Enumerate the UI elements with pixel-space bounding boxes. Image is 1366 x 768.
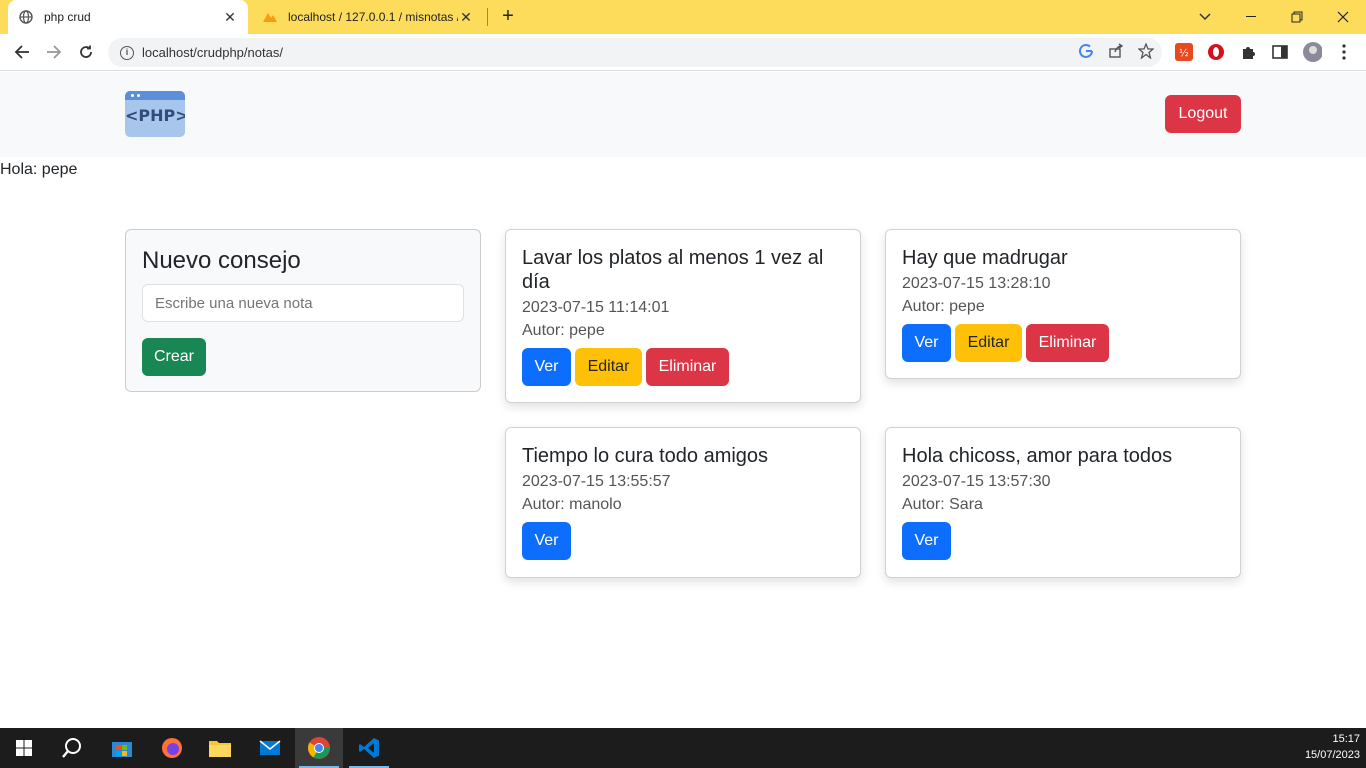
new-note-card: Nuevo consejo Crear: [125, 229, 481, 392]
file-explorer-icon[interactable]: [196, 728, 244, 768]
edit-button[interactable]: Editar: [955, 324, 1022, 362]
back-icon[interactable]: [8, 38, 36, 66]
menu-kebab-icon[interactable]: [1334, 42, 1354, 62]
note-title: Tiempo lo cura todo amigos: [522, 445, 769, 467]
note-card: Lavar los platos al menos 1 vez al día 2…: [505, 229, 861, 403]
note-card: Tiempo lo cura todo amigos 2023-07-15 13…: [505, 427, 861, 578]
profile-avatar-icon[interactable]: [1302, 42, 1322, 62]
search-icon[interactable]: [48, 728, 96, 768]
delete-button[interactable]: Eliminar: [646, 348, 729, 386]
note-author: Autor: pepe: [902, 298, 985, 315]
opera-extension-icon[interactable]: [1206, 42, 1226, 62]
close-tab-icon[interactable]: ✕: [222, 9, 238, 26]
tab-php-crud[interactable]: php crud ✕: [8, 0, 248, 34]
url-text: localhost/crudphp/notas/: [142, 45, 283, 60]
side-panel-icon[interactable]: [1270, 42, 1290, 62]
greeting-text: Hola: pepe: [0, 161, 78, 178]
firefox-icon[interactable]: [148, 728, 196, 768]
tab-separator: [487, 8, 488, 26]
browser-toolbar: i localhost/crudphp/notas/ ½: [0, 34, 1366, 71]
delete-button[interactable]: Eliminar: [1026, 324, 1109, 362]
clock-date: 15/07/2023: [1304, 749, 1360, 761]
note-date: 2023-07-15 13:57:30: [902, 473, 1051, 490]
view-button[interactable]: Ver: [522, 348, 571, 386]
php-logo[interactable]: <PHP>: [125, 91, 185, 137]
note-author: Autor: Sara: [902, 496, 983, 513]
browser-tab-bar: php crud ✕ localhost / 127.0.0.1 / misno…: [0, 0, 1366, 34]
phpmyadmin-icon: [262, 9, 278, 25]
system-clock[interactable]: 15:17 15/07/2023: [1305, 731, 1360, 763]
bookmark-star-icon[interactable]: [1137, 42, 1155, 62]
reload-icon[interactable]: [72, 38, 100, 66]
windows-taskbar: 15:17 15/07/2023: [0, 728, 1366, 768]
view-button[interactable]: Ver: [902, 522, 951, 560]
new-note-input[interactable]: [142, 284, 464, 322]
logo-text: <PHP>: [125, 106, 185, 125]
google-icon[interactable]: [1078, 43, 1094, 62]
note-date: 2023-07-15 13:28:10: [902, 275, 1051, 292]
note-date: 2023-07-15 13:55:57: [522, 473, 671, 490]
forward-icon[interactable]: [40, 38, 68, 66]
url-bar[interactable]: i localhost/crudphp/notas/: [108, 38, 1162, 67]
tab-label: localhost / 127.0.0.1 / misnotas /: [288, 10, 458, 24]
note-author: Autor: manolo: [522, 496, 622, 513]
extensions-puzzle-icon[interactable]: [1238, 42, 1258, 62]
share-icon[interactable]: [1108, 43, 1124, 62]
web-page: <PHP> Logout Hola: pepe Nuevo consejo Cr…: [0, 72, 1366, 728]
mail-icon[interactable]: [246, 728, 294, 768]
windows-start-icon[interactable]: [0, 728, 48, 768]
minimize-icon[interactable]: [1228, 0, 1274, 34]
new-note-title: Nuevo consejo: [142, 247, 301, 274]
edit-button[interactable]: Editar: [575, 348, 642, 386]
restore-icon[interactable]: [1274, 0, 1320, 34]
close-tab-icon[interactable]: ✕: [458, 9, 474, 26]
view-button[interactable]: Ver: [902, 324, 951, 362]
site-navbar: <PHP> Logout: [0, 72, 1366, 157]
note-card: Hola chicoss, amor para todos 2023-07-15…: [885, 427, 1241, 578]
create-button[interactable]: Crear: [142, 338, 206, 376]
note-date: 2023-07-15 11:14:01: [522, 299, 670, 316]
note-title: Hay que madrugar: [902, 247, 1068, 269]
microsoft-store-icon[interactable]: [98, 728, 146, 768]
tab-label: php crud: [44, 10, 91, 24]
view-button[interactable]: Ver: [522, 522, 571, 560]
vscode-icon[interactable]: [345, 728, 393, 768]
close-window-icon[interactable]: [1320, 0, 1366, 34]
note-title: Hola chicoss, amor para todos: [902, 445, 1173, 467]
note-author: Autor: pepe: [522, 322, 605, 339]
clock-time: 15:17: [1332, 733, 1360, 745]
note-card: Hay que madrugar 2023-07-15 13:28:10 Aut…: [885, 229, 1241, 379]
note-title: Lavar los platos al menos 1 vez al día: [522, 247, 824, 293]
extension-red-icon[interactable]: ½: [1174, 42, 1194, 62]
new-tab-icon[interactable]: +: [496, 5, 520, 29]
tab-phpmyadmin[interactable]: localhost / 127.0.0.1 / misnotas / ✕: [252, 0, 484, 34]
globe-icon: [18, 9, 34, 25]
tab-search-chevron-icon[interactable]: [1182, 0, 1228, 34]
svg-text:½: ½: [1179, 47, 1189, 59]
logout-button[interactable]: Logout: [1165, 95, 1241, 133]
chrome-icon[interactable]: [295, 728, 343, 768]
site-info-icon[interactable]: i: [120, 45, 134, 60]
